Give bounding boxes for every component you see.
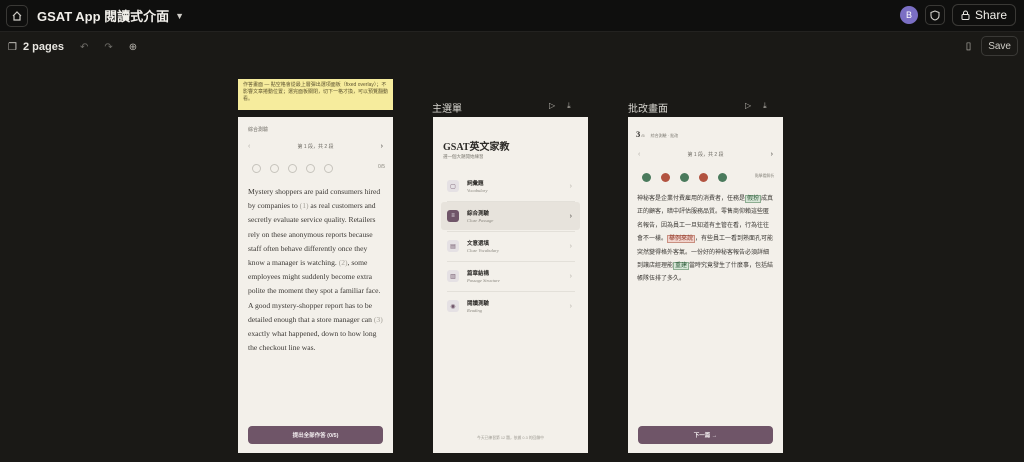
redo-icon[interactable]: ↷ [104, 42, 112, 53]
answer-screen-frame: 綜合測驗 ‹ 第 1 段，共 2 段 › 0/5 Mystery shopper… [238, 117, 393, 453]
lock-icon [961, 10, 970, 20]
menu-item-label: 閱讀測驗 [467, 301, 490, 307]
result-dot[interactable] [680, 172, 689, 182]
menu-item-cloze-passage[interactable]: ≡ 綜合測驗 Cloze Passage › [441, 202, 580, 230]
question-header: 3 /5 綜合測驗 · 批改 [636, 129, 678, 139]
next-button[interactable]: 下一篇 → [638, 426, 773, 444]
menu-title: GSAT英文家教 [443, 142, 510, 153]
result-dot[interactable] [661, 172, 670, 182]
menu-item-sub: Cloze Vocabulary [467, 248, 499, 253]
menu-item-label: 詞彙題 [467, 181, 484, 187]
pager-text: 第 1 段，共 2 段 [297, 143, 334, 150]
frame-label-menu: 主選單 [432, 104, 462, 115]
shield-button[interactable] [924, 5, 945, 25]
pages-label[interactable]: 2 pages [23, 41, 64, 53]
share-label: Share [974, 8, 1007, 22]
passage-text: Mystery shoppers are paid consumers hire… [248, 185, 386, 355]
menu-footer: 今天已練習第 12 題，依據 0.3 的回饋中 [477, 436, 544, 440]
top-bar: GSAT App 閱讀式介面 ▼ B Share [0, 0, 1024, 32]
home-icon [12, 10, 22, 21]
menu-screen-frame: GSAT英文家教 選一個大題開始練習 ▢ 詞彙題 Vocabulary › ≡ … [433, 117, 588, 453]
menu-item-vocabulary[interactable]: ▢ 詞彙題 Vocabulary › [441, 172, 580, 200]
question-number: 3 [636, 129, 641, 139]
chevron-right-icon[interactable]: › [771, 151, 773, 158]
lines-icon: ≡ [447, 210, 459, 222]
shield-icon [930, 9, 940, 21]
passage-segment: , some employees might suddenly become e… [248, 258, 381, 324]
result-dot[interactable] [642, 172, 651, 182]
zoom-in-icon[interactable]: ⊕ [129, 42, 137, 53]
pages-icon[interactable]: ❐ [8, 42, 17, 53]
toolbar: ❐ 2 pages ↶ ↷ ⊕ ▯ Save [0, 32, 1024, 62]
layout-icon: ▥ [447, 270, 459, 282]
book-icon: ▢ [447, 180, 459, 192]
result-dots [642, 172, 772, 182]
avatar[interactable]: B [899, 6, 918, 24]
answer-slot[interactable] [252, 163, 261, 173]
download-icon[interactable]: ⤓ [763, 101, 767, 111]
chevron-right-icon: › [569, 302, 572, 310]
menu-item-label: 篇章結構 [467, 271, 490, 277]
result-dot[interactable] [699, 172, 708, 182]
download-icon[interactable]: ⤓ [567, 101, 571, 111]
box-icon: ▤ [447, 240, 459, 252]
menu-item-sub: Vocabulary [467, 188, 488, 193]
answer-slots [252, 163, 382, 173]
pager-text: 第 1 段，共 2 段 [687, 151, 724, 158]
review-screen-frame: 3 /5 綜合測驗 · 批改 ‹ 第 1 段，共 2 段 › 點擊看解析 神秘客… [628, 117, 783, 453]
correct-answer[interactable]: 重建 [673, 262, 690, 271]
correct-answer[interactable]: 假扮 [745, 195, 762, 203]
play-icon[interactable]: ▷ [549, 101, 555, 111]
sidebar-toggle-icon[interactable]: ▯ [966, 41, 972, 52]
undo-icon[interactable]: ↶ [80, 42, 88, 53]
menu-item-passage-structure[interactable]: ▥ 篇章結構 Passage Structure › [441, 262, 580, 290]
menu-item-cloze-vocabulary[interactable]: ▤ 文意選填 Cloze Vocabulary › [441, 232, 580, 260]
review-passage-text: 神秘客是企業付費雇用的消費者，任務是 假扮 成真正的顧客，暗中評估服務品質。零售商仰… [637, 193, 774, 287]
chevron-down-icon[interactable]: ▼ [175, 11, 184, 21]
frame-label-review: 批改畫面 [628, 104, 668, 115]
submit-all-button[interactable]: 提出全部作答 (0/5) [248, 426, 383, 444]
answer-slot[interactable] [324, 163, 333, 173]
chevron-right-icon: › [569, 242, 572, 250]
answer-slot[interactable] [270, 163, 279, 173]
result-dot[interactable] [718, 172, 727, 182]
home-button[interactable] [6, 4, 28, 27]
explain-hint: 點擊看解析 [755, 174, 774, 178]
paragraph-pager: ‹ 第 1 段，共 2 段 › [638, 149, 773, 159]
question-total: /5 [641, 133, 645, 138]
chevron-right-icon: › [569, 272, 572, 280]
paragraph-pager: ‹ 第 1 段，共 2 段 › [248, 141, 383, 151]
menu-item-label: 文意選填 [467, 241, 490, 247]
passage-segment: exactly what happened, down to how long … [248, 329, 377, 353]
section-label: 綜合測驗 [248, 127, 269, 133]
score-text: 0/5 [378, 164, 385, 170]
wrong-answer[interactable]: 舉例來說 [667, 235, 696, 244]
passage-segment: 神秘客是企業付費雇用的消費者，任務是 [637, 196, 746, 202]
blank-slot[interactable]: (1) [300, 201, 309, 210]
save-button[interactable]: Save [981, 36, 1018, 56]
menu-item-sub: Reading [467, 308, 482, 313]
chevron-right-icon: › [569, 212, 572, 220]
answer-slot[interactable] [288, 163, 297, 173]
app-title[interactable]: GSAT App 閱讀式介面 [37, 6, 169, 25]
menu-item-reading[interactable]: ◉ 閱讀測驗 Reading › [441, 292, 580, 320]
sticky-note[interactable]: 作答畫面 — 點空格會從最上層彈出選項面板（fixed overlay）；不影響… [238, 79, 393, 110]
question-meta: 綜合測驗 · 批改 [650, 133, 679, 138]
menu-item-sub: Cloze Passage [467, 218, 494, 223]
menu-item-label: 綜合測驗 [467, 211, 490, 217]
play-icon[interactable]: ▷ [745, 101, 751, 111]
chevron-right-icon[interactable]: › [381, 143, 383, 150]
blank-slot[interactable]: (2) [339, 258, 348, 267]
answer-slot[interactable] [306, 163, 315, 173]
eye-icon: ◉ [447, 300, 459, 312]
blank-slot[interactable]: (3) [374, 315, 383, 324]
menu-subtitle: 選一個大題開始練習 [443, 154, 484, 159]
chevron-right-icon: › [569, 182, 572, 190]
share-button[interactable]: Share [951, 4, 1016, 26]
menu-item-sub: Passage Structure [467, 278, 500, 283]
